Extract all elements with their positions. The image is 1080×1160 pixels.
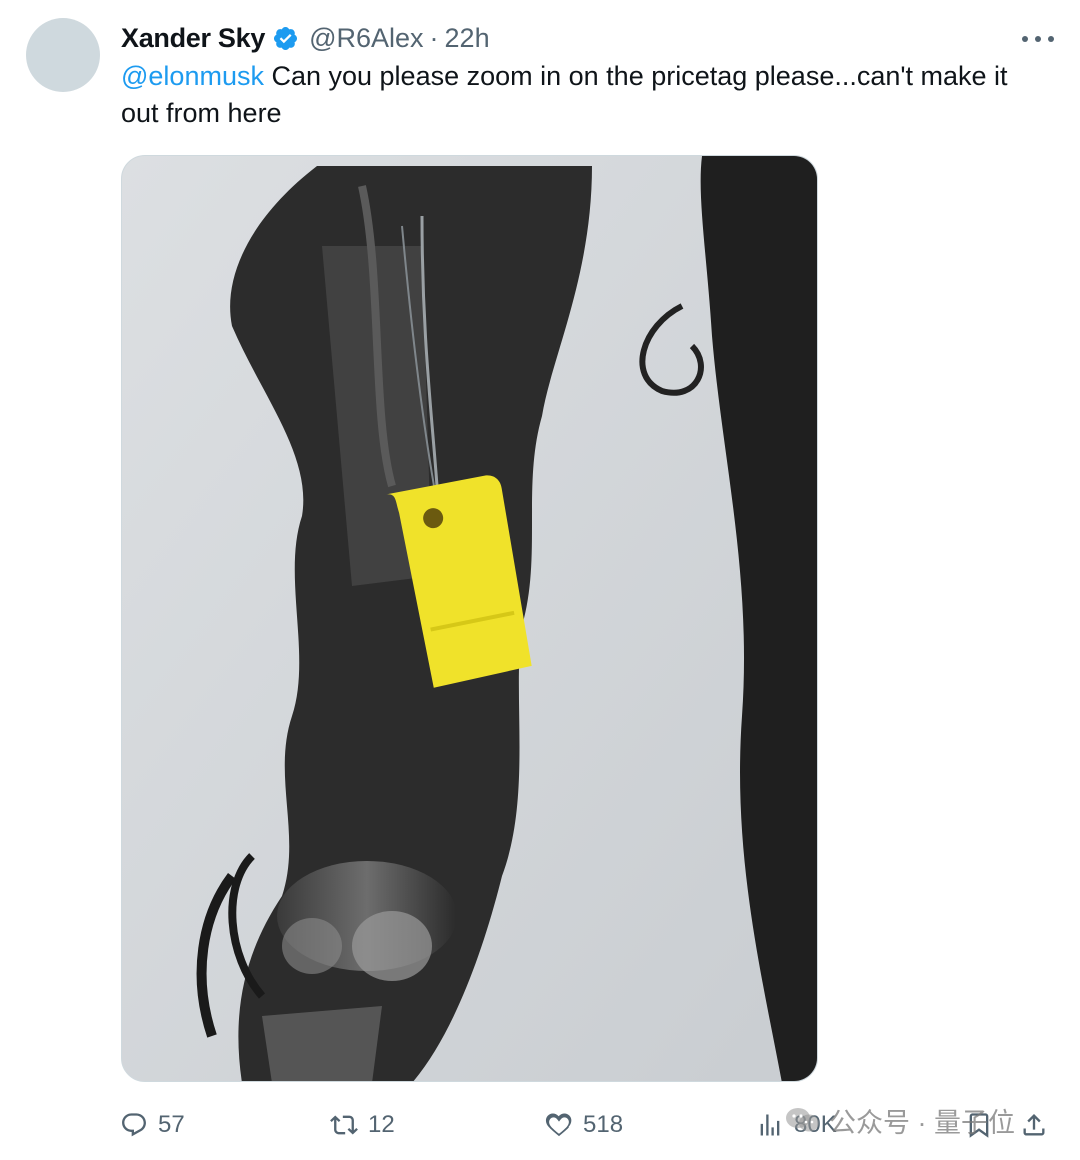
tweet-text: @elonmusk Can you please zoom in on the …: [121, 58, 1041, 132]
repost-button[interactable]: 12: [330, 1100, 395, 1150]
bookmark-icon: [969, 1113, 989, 1138]
reply-icon: [122, 1113, 146, 1137]
reply-button[interactable]: 57: [120, 1100, 185, 1150]
views-count: 80K: [794, 1111, 837, 1138]
more-icon[interactable]: [1018, 24, 1058, 54]
views-icon: [760, 1114, 780, 1136]
tweet-photo[interactable]: [121, 155, 818, 1082]
handle[interactable]: @R6Alex: [309, 23, 423, 54]
share-icon: [1023, 1114, 1045, 1136]
bookmark-button[interactable]: [965, 1100, 1003, 1150]
verified-badge-icon: [272, 25, 299, 52]
like-icon: [545, 1113, 572, 1137]
views-button[interactable]: 80K: [756, 1100, 837, 1150]
action-bar: 57 12 518 80K: [0, 1100, 1080, 1150]
share-button[interactable]: [1020, 1100, 1058, 1150]
repost-icon: [330, 1115, 358, 1135]
like-count: 518: [583, 1111, 624, 1138]
tweet-header: Xander Sky @R6Alex · 22h: [121, 18, 490, 58]
reply-count: 57: [158, 1111, 185, 1138]
display-name[interactable]: Xander Sky: [121, 23, 265, 54]
timestamp[interactable]: 22h: [445, 23, 490, 54]
avatar[interactable]: [26, 18, 100, 92]
separator-dot: ·: [429, 22, 439, 53]
like-button[interactable]: 518: [545, 1100, 623, 1150]
tweet[interactable]: Xander Sky @R6Alex · 22h @elonmusk Can y…: [0, 0, 1080, 1160]
repost-count: 12: [368, 1111, 395, 1138]
mention-link[interactable]: @elonmusk: [121, 61, 264, 91]
